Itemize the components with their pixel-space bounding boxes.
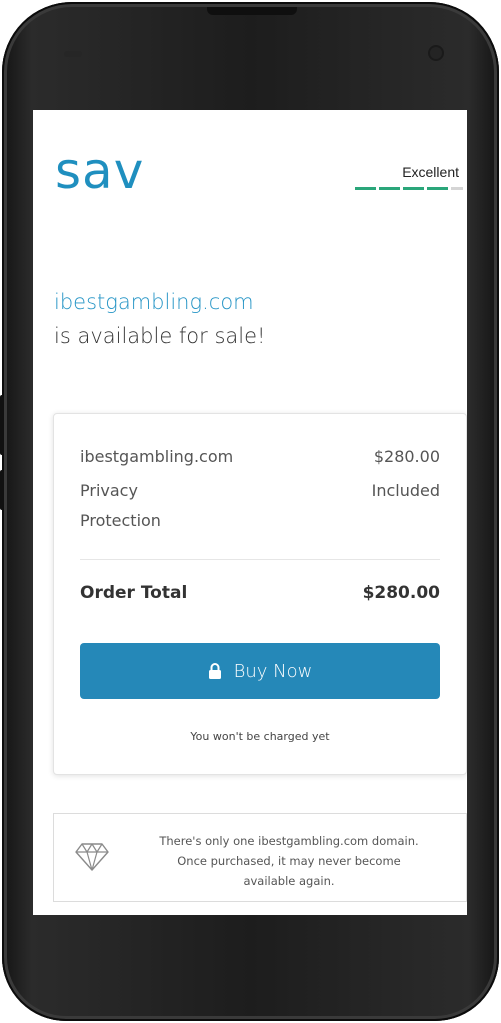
- order-line-price: $280.00: [373, 447, 440, 466]
- brand-logo[interactable]: sav: [55, 146, 144, 196]
- order-total-label: Order Total: [80, 583, 188, 603]
- phone-side-button-lower: [0, 470, 4, 510]
- notice-text: There's only one ibestgambling.com domai…: [126, 831, 452, 891]
- lock-icon: [208, 663, 222, 679]
- order-total-row: Order Total $280.00: [80, 583, 440, 603]
- uniqueness-notice: There's only one ibestgambling.com domai…: [53, 813, 467, 902]
- privacy-label-line1: Privacy: [80, 481, 138, 500]
- rating-bar-empty: [451, 187, 463, 190]
- domain-name-heading: ibestgambling.com: [54, 290, 254, 314]
- order-line-domain: ibestgambling.com $280.00: [80, 442, 440, 472]
- rating-bar-filled: [355, 187, 376, 190]
- charge-note: You won't be charged yet: [190, 730, 330, 743]
- privacy-label-line2: Protection: [80, 511, 161, 530]
- phone-side-button: [0, 395, 4, 455]
- order-divider: [80, 559, 440, 560]
- notice-line: available again.: [243, 874, 335, 888]
- notice-line: There's only one ibestgambling.com domai…: [159, 834, 419, 848]
- phone-screen: sav Excellent ibestgambling.com is avail…: [33, 110, 467, 915]
- rating-bar-filled: [403, 187, 424, 190]
- phone-notch: [207, 7, 297, 15]
- buy-now-button[interactable]: Buy Now: [80, 643, 440, 699]
- order-total-value: $280.00: [362, 583, 440, 603]
- diamond-icon: [74, 842, 110, 876]
- order-line-label: ibestgambling.com: [80, 447, 234, 466]
- order-summary-card: ibestgambling.com $280.00 Privacy Protec…: [53, 413, 467, 775]
- rating-widget[interactable]: Excellent: [355, 164, 465, 190]
- rating-bar-filled: [427, 187, 448, 190]
- rating-bars: [355, 187, 465, 190]
- camera-icon: [430, 47, 442, 59]
- order-line-label: Privacy Protection: [80, 476, 161, 536]
- notice-line: Once purchased, it may never become: [177, 854, 401, 868]
- availability-subtitle: is available for sale!: [54, 324, 266, 348]
- buy-now-label: Buy Now: [233, 660, 313, 682]
- rating-label: Excellent: [402, 164, 459, 180]
- rating-bar-filled: [379, 187, 400, 190]
- order-line-privacy: Privacy Protection Included: [80, 476, 440, 536]
- order-line-price: Included: [371, 481, 440, 500]
- phone-sensor: [64, 51, 82, 57]
